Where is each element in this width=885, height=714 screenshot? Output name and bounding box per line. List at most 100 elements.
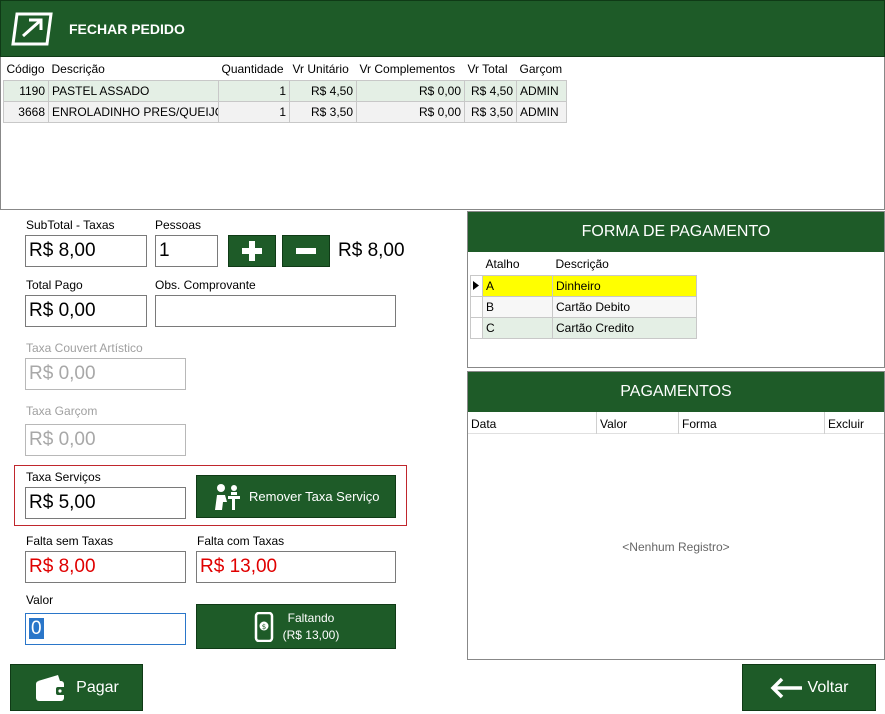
row-indicator-header [471, 254, 483, 275]
subtotal-field[interactable]: R$ 8,00 [25, 235, 147, 267]
falta-sem-taxas-field: R$ 8,00 [25, 551, 186, 583]
row-indicator [470, 316, 483, 339]
pagar-button[interactable]: Pagar [10, 664, 143, 711]
table-cell: R$ 3,50 [464, 100, 517, 123]
increment-pessoas-button[interactable] [228, 235, 276, 267]
payment-method-row[interactable]: C Cartão Credito [470, 316, 697, 339]
table-cell: Cartão Debito [552, 295, 697, 318]
pagamentos-header: Data Valor Forma Excluir [468, 412, 884, 434]
plus-icon [242, 241, 262, 261]
pessoas-field[interactable]: 1 [155, 235, 218, 267]
empty-state-text: <Nenhum Registro> [622, 540, 730, 554]
page-title: FECHAR PEDIDO [69, 21, 185, 37]
faltando-button[interactable]: $ Faltando (R$ 13,00) [196, 604, 396, 649]
total-pago-field[interactable]: R$ 0,00 [25, 295, 147, 327]
table-cell: ADMIN [516, 79, 567, 102]
remover-taxa-servico-label: Remover Taxa Serviço [249, 489, 380, 504]
per-person-value: R$ 8,00 [338, 240, 405, 261]
forma-pagamento-title: FORMA DE PAGAMENTO [468, 212, 884, 252]
couvert-label: Taxa Couvert Artístico [26, 341, 143, 355]
table-cell: R$ 4,50 [289, 79, 357, 102]
column-header-garcom[interactable]: Garçom [517, 59, 567, 80]
row-indicator [470, 274, 483, 297]
table-cell: ENROLADINHO PRES/QUEIJO [48, 100, 219, 123]
table-cell: A [482, 274, 553, 297]
column-header-vr-total[interactable]: Vr Total [465, 59, 517, 80]
column-header-valor[interactable]: Valor [600, 417, 627, 431]
faltando-value: (R$ 13,00) [282, 627, 340, 642]
subtotal-label: SubTotal - Taxas [26, 218, 115, 232]
taxa-servicos-field[interactable]: R$ 5,00 [25, 487, 186, 519]
column-header-codigo[interactable]: Código [4, 59, 49, 80]
column-divider [596, 412, 597, 434]
table-cell: R$ 0,00 [356, 100, 465, 123]
payment-method-row[interactable]: A Dinheiro [470, 274, 697, 297]
garcom-tax-label: Taxa Garçom [26, 404, 98, 418]
valor-label: Valor [26, 593, 54, 607]
table-cell: C [482, 316, 553, 339]
wallet-icon [36, 674, 67, 701]
table-row[interactable]: 3668 ENROLADINHO PRES/QUEIJO 1 R$ 3,50 R… [3, 100, 567, 123]
pagamentos-title: PAGAMENTOS [468, 372, 884, 412]
column-header-descricao[interactable]: Descrição [49, 59, 219, 80]
items-table: Código Descrição Quantidade Vr Unitário … [3, 59, 567, 123]
pagar-label: Pagar [76, 678, 119, 696]
payment-method-row[interactable]: B Cartão Debito [470, 295, 697, 318]
column-header-atalho[interactable]: Atalho [483, 254, 553, 275]
voltar-label: Voltar [807, 678, 849, 696]
forma-pagamento-header: Atalho Descrição [471, 254, 697, 275]
column-header-vr-unitario[interactable]: Vr Unitário [290, 59, 357, 80]
decrement-pessoas-button[interactable] [282, 235, 330, 267]
table-cell: 1190 [3, 79, 49, 102]
obs-comprovante-label: Obs. Comprovante [155, 278, 256, 292]
table-cell: R$ 4,50 [464, 79, 517, 102]
table-cell: ADMIN [516, 100, 567, 123]
table-cell: R$ 3,50 [289, 100, 357, 123]
falta-com-taxas-label: Falta com Taxas [197, 534, 285, 548]
waiter-icon [215, 483, 240, 510]
valor-input[interactable]: 0 [25, 613, 186, 645]
couvert-field: R$ 0,00 [25, 358, 186, 390]
svg-text:$: $ [261, 623, 265, 631]
column-header-excluir[interactable]: Excluir [828, 417, 864, 431]
column-divider [678, 412, 679, 434]
obs-comprovante-field[interactable] [155, 295, 396, 327]
table-cell: Dinheiro [552, 274, 697, 297]
valor-input-text: 0 [29, 618, 44, 639]
current-row-arrow-icon [473, 280, 479, 290]
column-divider [824, 412, 825, 434]
garcom-tax-field: R$ 0,00 [25, 424, 186, 456]
total-pago-label: Total Pago [26, 278, 83, 292]
forma-pagamento-panel: FORMA DE PAGAMENTO Atalho Descrição A Di… [467, 211, 885, 368]
remover-taxa-servico-button[interactable]: Remover Taxa Serviço [196, 475, 396, 518]
column-header-descricao[interactable]: Descrição [553, 254, 697, 275]
header-bar: FECHAR PEDIDO [0, 0, 885, 57]
phone-payment-icon: $ [254, 611, 273, 642]
table-row[interactable]: 1190 PASTEL ASSADO 1 R$ 4,50 R$ 0,00 R$ … [3, 79, 567, 102]
items-panel: Código Descrição Quantidade Vr Unitário … [0, 57, 885, 210]
table-cell: 1 [218, 79, 290, 102]
table-cell: R$ 0,00 [356, 79, 465, 102]
taxa-servicos-label: Taxa Serviços [26, 470, 101, 484]
table-cell: B [482, 295, 553, 318]
arrow-box-icon [11, 12, 53, 46]
pessoas-label: Pessoas [155, 218, 202, 232]
column-header-quantidade[interactable]: Quantidade [219, 59, 290, 80]
minus-icon [296, 248, 316, 254]
arrow-left-icon [770, 677, 802, 698]
table-cell: 1 [218, 100, 290, 123]
column-header-data[interactable]: Data [471, 417, 496, 431]
table-cell: Cartão Credito [552, 316, 697, 339]
column-header-forma[interactable]: Forma [682, 417, 717, 431]
table-cell: 3668 [3, 100, 49, 123]
table-cell: PASTEL ASSADO [48, 79, 219, 102]
forma-pagamento-table: Atalho Descrição A Dinheiro B Cartão Deb… [470, 254, 697, 339]
falta-sem-taxas-label: Falta sem Taxas [26, 534, 114, 548]
voltar-button[interactable]: Voltar [742, 664, 876, 711]
column-header-vr-complementos[interactable]: Vr Complementos [357, 59, 465, 80]
falta-com-taxas-field: R$ 13,00 [196, 551, 396, 583]
pagamentos-panel: PAGAMENTOS Data Valor Forma Excluir <Nen… [467, 371, 885, 660]
faltando-label: Faltando [287, 610, 335, 625]
row-indicator [470, 295, 483, 318]
items-table-header: Código Descrição Quantidade Vr Unitário … [4, 59, 567, 80]
